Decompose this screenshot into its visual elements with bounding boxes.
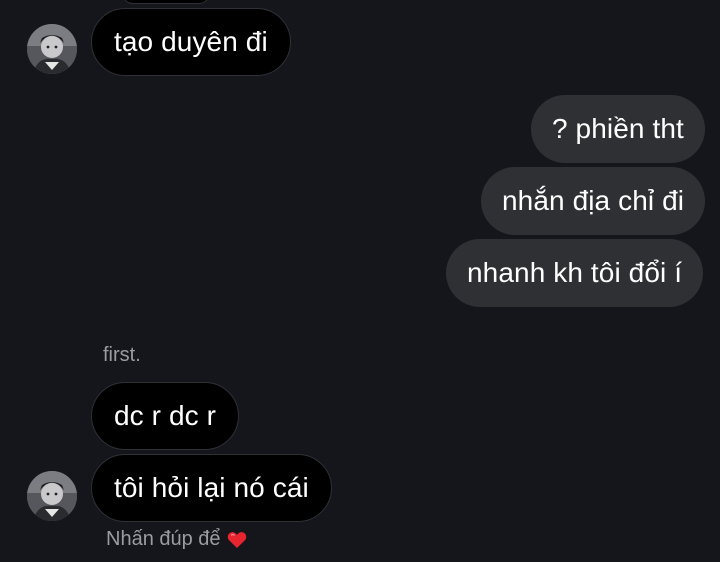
heart-icon (227, 531, 247, 549)
message-bubble[interactable]: tôi hỏi lại nó cái (91, 454, 332, 522)
message-bubble[interactable]: tạo duyên đi (91, 8, 291, 76)
message-text: dc r dc r (114, 400, 217, 431)
message-bubble[interactable]: nhanh kh tôi đổi í (446, 239, 704, 307)
sender-avatar[interactable] (27, 471, 77, 521)
message-bubble[interactable]: nhắn địa chỉ đi (481, 167, 706, 235)
double-tap-reaction-hint: Nhấn đúp để (106, 528, 247, 551)
reaction-hint-text: Nhấn đúp để (106, 528, 221, 550)
message-text: tôi hỏi lại nó cái (114, 472, 309, 503)
previous-message-bubble[interactable] (122, 0, 210, 4)
sender-avatar[interactable] (27, 24, 77, 74)
sender-name-label: first. (103, 344, 141, 366)
message-text: ? phiền tht (552, 113, 684, 144)
avatar-image (27, 471, 77, 521)
message-bubble[interactable]: ? phiền tht (531, 95, 705, 163)
chat-thread: tạo duyên đi ? phiền tht nhắn địa chỉ đi… (0, 0, 720, 562)
message-text: nhắn địa chỉ đi (502, 185, 685, 216)
avatar-image (27, 24, 77, 74)
message-bubble[interactable]: dc r dc r (91, 382, 240, 450)
message-text: tạo duyên đi (114, 26, 268, 57)
message-text: nhanh kh tôi đổi í (467, 257, 683, 288)
